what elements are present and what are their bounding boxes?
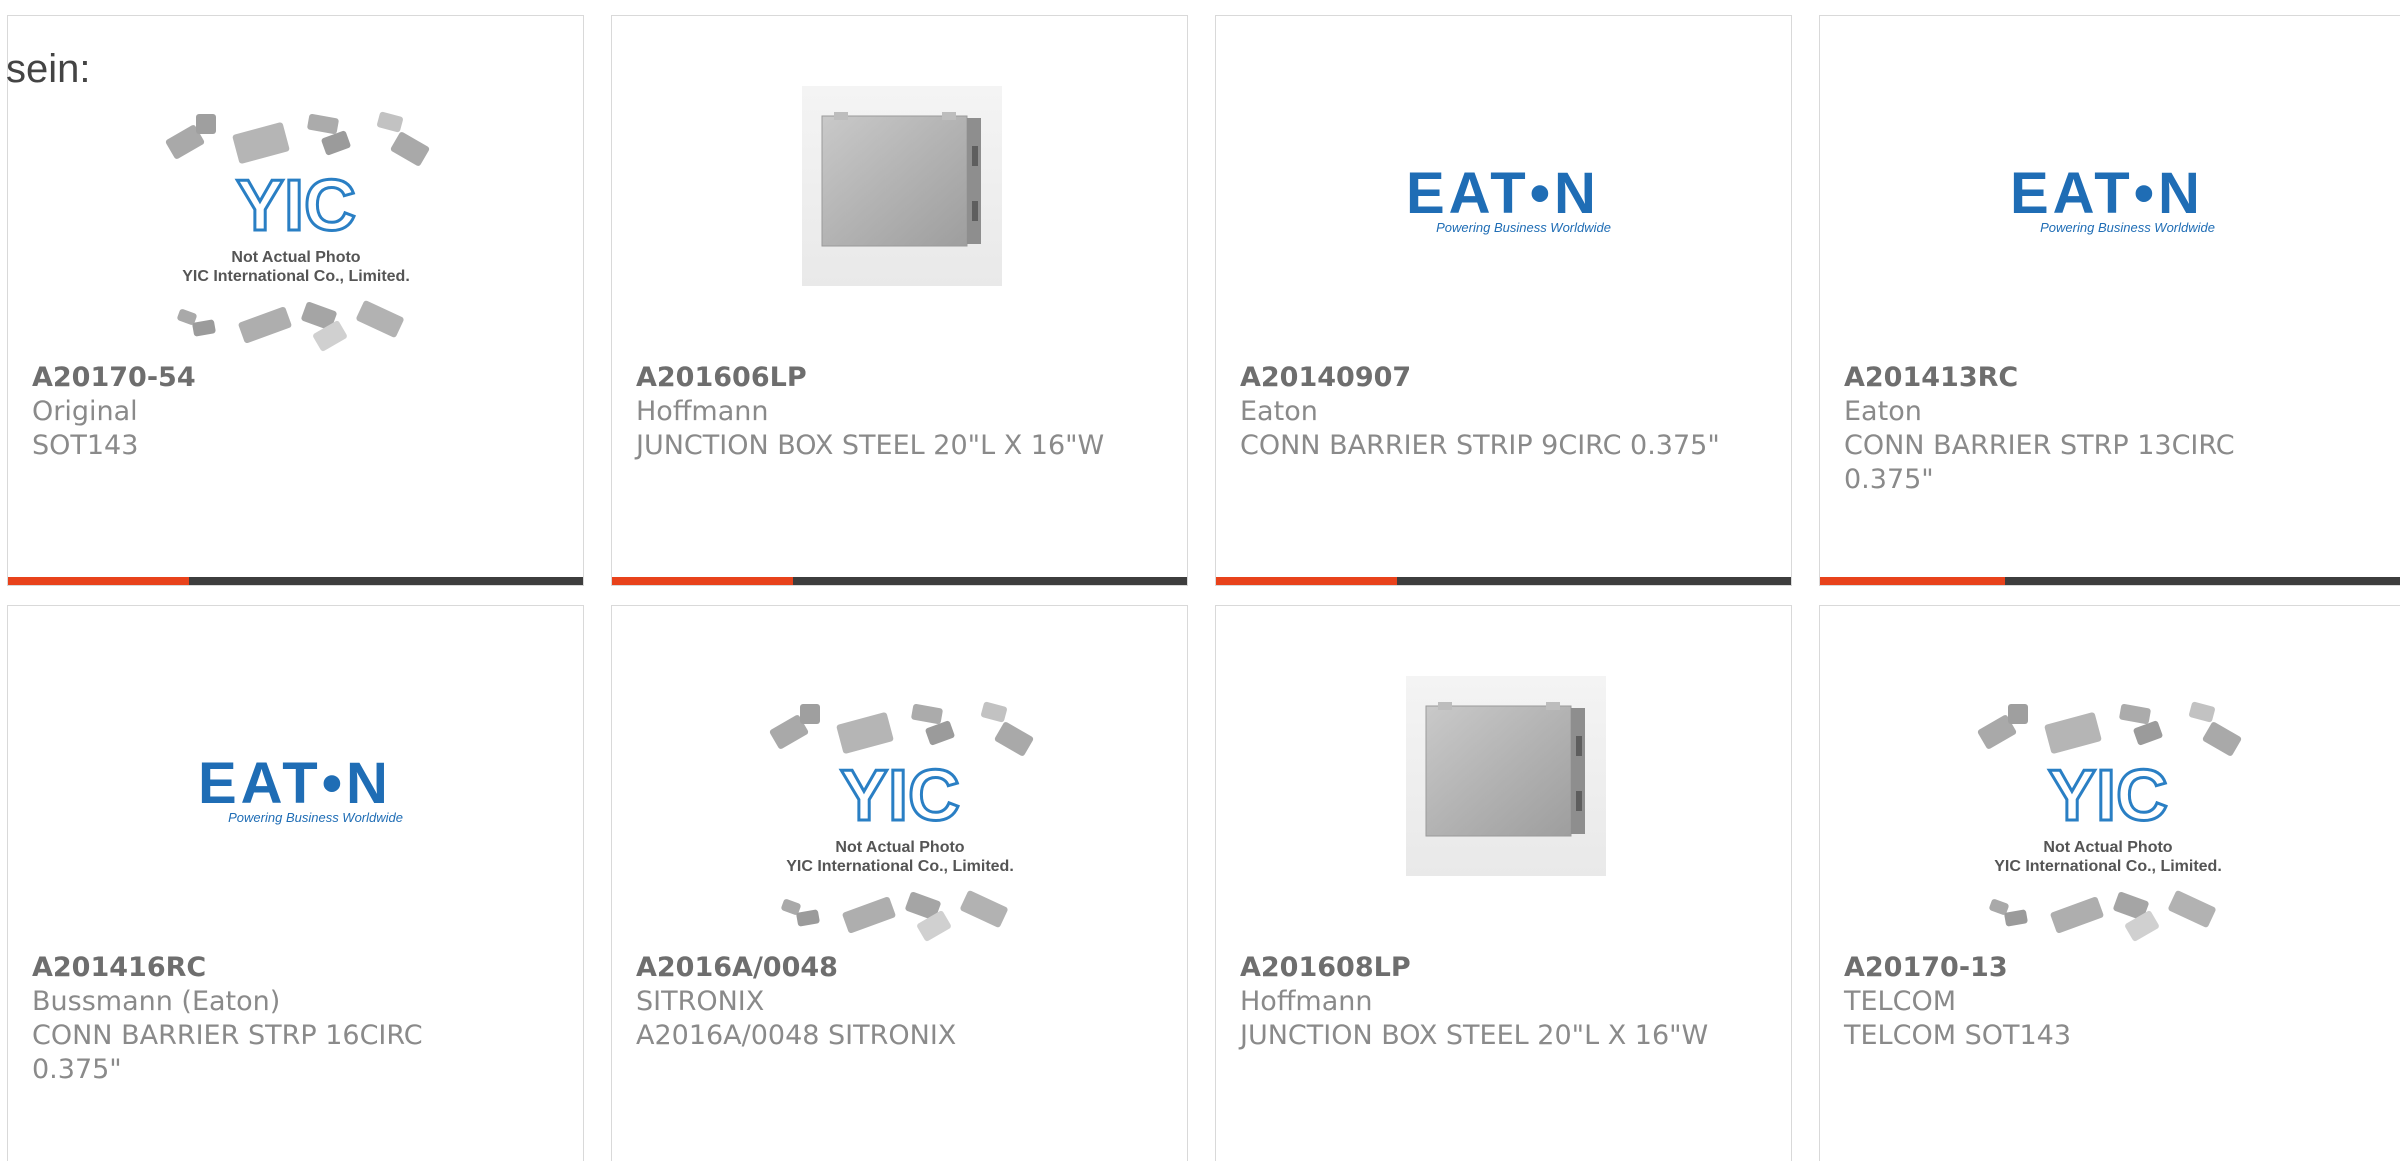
product-image[interactable]: EAT•N Powering Business Worldwide bbox=[1216, 16, 1791, 361]
product-description: TELCOM SOT143 bbox=[1844, 1020, 2071, 1051]
eaton-logo-image: EAT•N Powering Business Worldwide bbox=[2010, 161, 2215, 235]
eaton-logo-icon: EAT•N bbox=[2010, 161, 2204, 226]
product-image[interactable]: YIC Not Actual Photo YIC International C… bbox=[612, 606, 1187, 951]
product-manufacturer: Eaton bbox=[1240, 396, 1318, 427]
eaton-tagline: Powering Business Worldwide bbox=[2040, 220, 2215, 235]
placeholder-caption: Not Actual Photo bbox=[231, 249, 360, 266]
yic-logo-icon: YIC bbox=[840, 756, 960, 836]
yic-placeholder-image: YIC Not Actual Photo YIC International C… bbox=[165, 111, 430, 352]
progress-bar-fill bbox=[8, 577, 190, 585]
product-part-number[interactable]: A201416RC bbox=[32, 950, 559, 985]
eaton-logo-icon: EAT•N bbox=[1406, 161, 1600, 226]
product-description: JUNCTION BOX STEEL 20"L X 16"W bbox=[1240, 1020, 1709, 1051]
placeholder-caption: Not Actual Photo bbox=[2043, 839, 2172, 856]
yic-placeholder-image: YIC Not Actual Photo YIC International C… bbox=[769, 701, 1034, 942]
product-image[interactable]: YIC Not Actual Photo YIC International C… bbox=[1820, 606, 2400, 951]
eaton-logo-image: EAT•N Powering Business Worldwide bbox=[1406, 161, 1611, 235]
product-description: CONN BARRIER STRP 16CIRC 0.375" bbox=[32, 1020, 423, 1085]
product-part-number[interactable]: A201413RC bbox=[1844, 360, 2384, 395]
product-part-number[interactable]: A20140907 bbox=[1240, 360, 1767, 395]
product-manufacturer: TELCOM bbox=[1844, 986, 1956, 1017]
yic-placeholder-image: YIC Not Actual Photo YIC International C… bbox=[1977, 701, 2242, 942]
eaton-tagline: Powering Business Worldwide bbox=[228, 810, 403, 825]
placeholder-caption: Not Actual Photo bbox=[835, 839, 964, 856]
yic-logo-icon: YIC bbox=[2048, 756, 2168, 836]
junction-box-image bbox=[802, 86, 1002, 286]
product-card[interactable]: YIC Not Actual Photo YIC International C… bbox=[611, 605, 1188, 1161]
product-grid-page: sein: YIC Not Actual Photo YIC Internati… bbox=[0, 0, 2400, 1161]
product-image[interactable] bbox=[612, 16, 1187, 361]
placeholder-caption: YIC International Co., Limited. bbox=[182, 268, 410, 285]
placeholder-caption: YIC International Co., Limited. bbox=[786, 858, 1014, 875]
product-card[interactable]: EAT•N Powering Business Worldwide A20141… bbox=[1819, 15, 2400, 586]
eaton-logo-image: EAT•N Powering Business Worldwide bbox=[198, 751, 403, 825]
product-card[interactable]: EAT•N Powering Business Worldwide A20141… bbox=[7, 605, 584, 1161]
product-card[interactable]: EAT•N Powering Business Worldwide A20140… bbox=[1215, 15, 1792, 586]
product-part-number[interactable]: A201608LP bbox=[1240, 950, 1767, 985]
progress-bar-fill bbox=[1820, 577, 2006, 585]
progress-bar bbox=[1216, 577, 1791, 585]
progress-bar bbox=[612, 577, 1187, 585]
progress-bar bbox=[8, 577, 583, 585]
product-description: CONN BARRIER STRP 13CIRC 0.375" bbox=[1844, 430, 2235, 495]
product-manufacturer: Hoffmann bbox=[1240, 986, 1373, 1017]
product-manufacturer: Bussmann (Eaton) bbox=[32, 986, 281, 1017]
product-card[interactable]: YIC Not Actual Photo YIC International C… bbox=[7, 15, 584, 586]
product-description: A2016A/0048 SITRONIX bbox=[636, 1020, 957, 1051]
product-image[interactable]: EAT•N Powering Business Worldwide bbox=[8, 606, 583, 951]
product-image[interactable]: YIC Not Actual Photo YIC International C… bbox=[8, 16, 583, 361]
yic-logo-icon: YIC bbox=[236, 166, 356, 246]
product-manufacturer: SITRONIX bbox=[636, 986, 765, 1017]
intro-text: sein: bbox=[6, 47, 91, 91]
eaton-logo-icon: EAT•N bbox=[198, 751, 392, 816]
product-card[interactable]: YIC Not Actual Photo YIC International C… bbox=[1819, 605, 2400, 1161]
product-description: CONN BARRIER STRIP 9CIRC 0.375" bbox=[1240, 430, 1720, 461]
product-manufacturer: Hoffmann bbox=[636, 396, 769, 427]
product-description: SOT143 bbox=[32, 430, 139, 461]
product-part-number[interactable]: A201606LP bbox=[636, 360, 1163, 395]
placeholder-caption: YIC International Co., Limited. bbox=[1994, 858, 2222, 875]
product-card[interactable]: A201608LP Hoffmann JUNCTION BOX STEEL 20… bbox=[1215, 605, 1792, 1161]
eaton-tagline: Powering Business Worldwide bbox=[1436, 220, 1611, 235]
progress-bar bbox=[1820, 577, 2400, 585]
product-manufacturer: Original bbox=[32, 396, 138, 427]
product-card[interactable]: A201606LP Hoffmann JUNCTION BOX STEEL 20… bbox=[611, 15, 1188, 586]
product-manufacturer: Eaton bbox=[1844, 396, 1922, 427]
junction-box-image bbox=[1406, 676, 1606, 876]
product-description: JUNCTION BOX STEEL 20"L X 16"W bbox=[636, 430, 1105, 461]
progress-bar-fill bbox=[612, 577, 794, 585]
product-part-number[interactable]: A2016A/0048 bbox=[636, 950, 1163, 985]
progress-bar-fill bbox=[1216, 577, 1398, 585]
product-part-number[interactable]: A20170-13 bbox=[1844, 950, 2384, 985]
product-image[interactable] bbox=[1216, 606, 1791, 951]
product-image[interactable]: EAT•N Powering Business Worldwide bbox=[1820, 16, 2400, 361]
product-part-number[interactable]: A20170-54 bbox=[32, 360, 559, 395]
